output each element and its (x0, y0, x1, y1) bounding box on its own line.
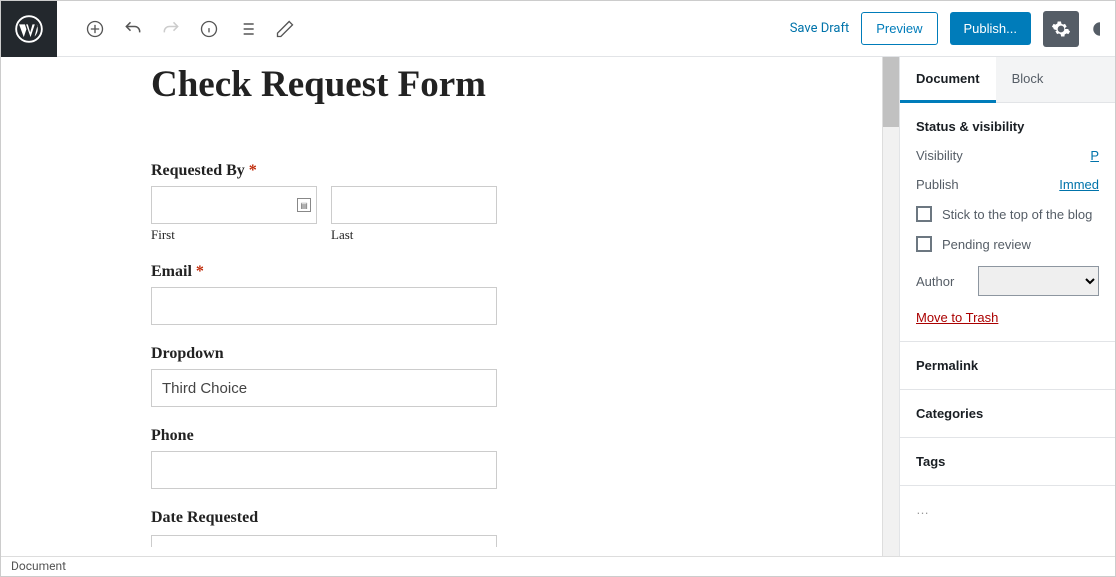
label-email: Email * (151, 263, 882, 281)
date-requested-input[interactable] (151, 535, 497, 547)
panel-status-visibility: Status & visibility Visibility P Publish… (900, 103, 1115, 342)
edit-button[interactable] (273, 15, 297, 43)
stick-label: Stick to the top of the blog (942, 207, 1092, 222)
author-label: Author (916, 274, 954, 289)
visibility-value[interactable]: P (1090, 148, 1099, 163)
undo-button[interactable] (121, 15, 145, 43)
first-name-input[interactable] (151, 186, 317, 224)
field-phone: Phone (151, 427, 882, 489)
page-title[interactable]: Check Request Form (151, 63, 882, 106)
wordpress-logo[interactable] (1, 1, 57, 57)
field-email: Email * (151, 263, 882, 325)
editor-canvas[interactable]: Check Request Form Requested By * ▤ Firs… (1, 57, 882, 556)
visibility-label: Visibility (916, 148, 963, 163)
stick-to-top-row[interactable]: Stick to the top of the blog (916, 206, 1099, 222)
email-input[interactable] (151, 287, 497, 325)
panel-categories[interactable]: Categories (900, 390, 1115, 438)
dropdown-select[interactable]: Third Choice (151, 369, 497, 407)
scrollbar-thumb[interactable] (883, 57, 899, 127)
panel-more[interactable]: … (900, 486, 1115, 533)
redo-button[interactable] (159, 15, 183, 43)
move-to-trash-link[interactable]: Move to Trash (916, 310, 998, 325)
checkbox-icon[interactable] (916, 206, 932, 222)
outline-button[interactable] (235, 15, 259, 43)
checkbox-icon[interactable] (916, 236, 932, 252)
sublabel-last: Last (331, 227, 497, 243)
settings-sidebar: Document Block Status & visibility Visib… (899, 57, 1115, 556)
label-phone: Phone (151, 427, 882, 445)
save-draft-link[interactable]: Save Draft (790, 21, 850, 36)
phone-input[interactable] (151, 451, 497, 489)
last-name-input[interactable] (331, 186, 497, 224)
tab-block[interactable]: Block (996, 57, 1060, 102)
author-select[interactable] (978, 266, 1099, 296)
add-block-button[interactable] (83, 15, 107, 43)
field-requested-by: Requested By * ▤ First Last (151, 162, 882, 243)
publish-label: Publish (916, 177, 959, 192)
info-button[interactable] (197, 15, 221, 43)
publish-button[interactable]: Publish... (950, 12, 1031, 45)
publish-value[interactable]: Immed (1059, 177, 1099, 192)
top-toolbar: Save Draft Preview Publish... (1, 1, 1115, 57)
panel-permalink[interactable]: Permalink (900, 342, 1115, 390)
preview-button[interactable]: Preview (861, 12, 937, 45)
status-text: Document (11, 559, 66, 573)
label-date-requested: Date Requested (151, 509, 882, 527)
panel-tags[interactable]: Tags (900, 438, 1115, 486)
sublabel-first: First (151, 227, 317, 243)
label-dropdown: Dropdown (151, 345, 882, 363)
contact-card-icon: ▤ (297, 198, 311, 212)
more-menu-icon[interactable] (1091, 20, 1109, 38)
panel-title-status[interactable]: Status & visibility (916, 119, 1099, 134)
pending-review-row[interactable]: Pending review (916, 236, 1099, 252)
field-dropdown: Dropdown Third Choice (151, 345, 882, 407)
label-requested-by: Requested By * (151, 162, 882, 180)
tab-document[interactable]: Document (900, 57, 996, 103)
editor-scrollbar[interactable] (882, 57, 899, 556)
settings-button[interactable] (1043, 11, 1079, 47)
sidebar-tabs: Document Block (900, 57, 1115, 103)
status-bar: Document (1, 556, 1115, 576)
pending-label: Pending review (942, 237, 1031, 252)
field-date-requested: Date Requested (151, 509, 882, 549)
